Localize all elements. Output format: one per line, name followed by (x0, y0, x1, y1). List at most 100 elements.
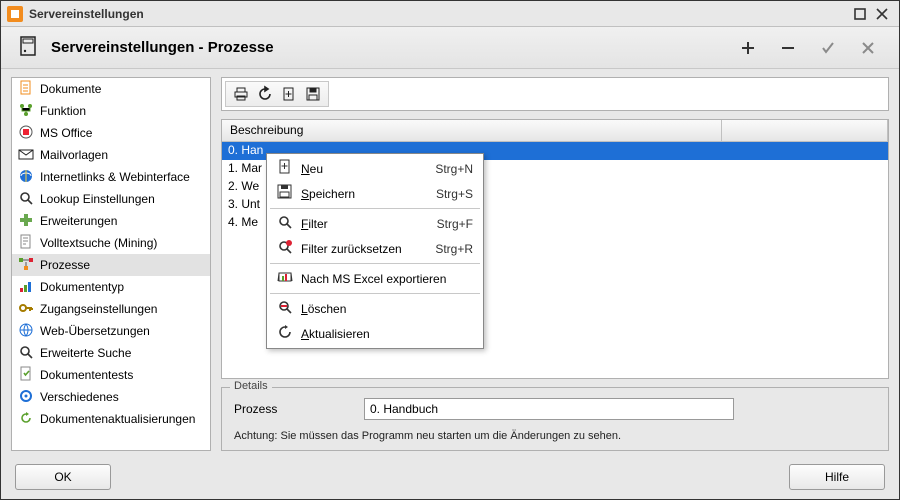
page-title: Servereinstellungen - Prozesse (51, 39, 721, 56)
sidebar-item-zugangseinstellungen[interactable]: Zugangseinstellungen (12, 298, 210, 320)
context-menu[interactable]: NeuStrg+NSpeichernStrg+SFilterStrg+FFilt… (266, 153, 484, 349)
sidebar-item-label: Mailvorlagen (40, 148, 108, 162)
print-button[interactable] (230, 83, 252, 105)
refresh-button[interactable] (254, 83, 276, 105)
remove-button[interactable] (775, 35, 801, 61)
test-icon (18, 366, 34, 385)
server-icon (19, 35, 41, 60)
titlebar: Servereinstellungen (1, 1, 899, 27)
sidebar-item-label: Dokumentenaktualisierungen (40, 412, 195, 426)
sidebar-item-label: Lookup Einstellungen (40, 192, 155, 206)
delete-icon (277, 299, 293, 318)
new-icon (277, 159, 293, 178)
window-title: Servereinstellungen (29, 7, 849, 21)
sidebar-item-dokumente[interactable]: Dokumente (12, 78, 210, 100)
column-header-beschreibung[interactable]: Beschreibung (222, 120, 722, 141)
help-button[interactable]: Hilfe (789, 464, 885, 490)
excel-icon (277, 269, 293, 288)
sidebar-item-label: Erweiterungen (40, 214, 117, 228)
mail-icon (18, 146, 34, 165)
ok-button[interactable]: OK (15, 464, 111, 490)
mso-icon (18, 124, 34, 143)
header: Servereinstellungen - Prozesse (1, 27, 899, 69)
sidebar-item-verschiedenes[interactable]: Verschiedenes (12, 386, 210, 408)
sidebar-item-funktion[interactable]: Funktion (12, 100, 210, 122)
menu-item-label: Speichern (301, 187, 428, 201)
menu-item-speichern[interactable]: SpeichernStrg+S (269, 181, 481, 206)
refresh-icon (277, 324, 293, 343)
menu-item-l-schen[interactable]: Löschen (269, 296, 481, 321)
update-icon (18, 410, 34, 429)
menu-separator (270, 293, 480, 294)
func-icon (18, 102, 34, 121)
sidebar-item-mailvorlagen[interactable]: Mailvorlagen (12, 144, 210, 166)
filter-icon (277, 214, 293, 233)
menu-item-label: Nach MS Excel exportieren (301, 272, 473, 286)
sidebar-item-dokumententyp[interactable]: Dokumententyp (12, 276, 210, 298)
sidebar-item-lookup-einstellungen[interactable]: Lookup Einstellungen (12, 188, 210, 210)
prozess-label: Prozess (234, 402, 354, 416)
window: Servereinstellungen Servereinstellungen … (0, 0, 900, 500)
new-doc-button[interactable] (278, 83, 300, 105)
sidebar-item-erweiterte-suche[interactable]: Erweiterte Suche (12, 342, 210, 364)
sidebar-item-label: Erweiterte Suche (40, 346, 131, 360)
search-icon (18, 344, 34, 363)
close-button[interactable] (871, 5, 893, 23)
sidebar-item-label: Volltextsuche (Mining) (40, 236, 157, 250)
sidebar-item-internetlinks-webinterface[interactable]: Internetlinks & Webinterface (12, 166, 210, 188)
sidebar-item-label: Verschiedenes (40, 390, 119, 404)
maximize-button[interactable] (849, 5, 871, 23)
cancel-button[interactable] (855, 35, 881, 61)
menu-item-filter[interactable]: Filter Strg+F (269, 211, 481, 236)
menu-item-nach-ms-excel-exportieren[interactable]: Nach MS Excel exportieren (269, 266, 481, 291)
prozess-input[interactable] (364, 398, 734, 420)
sidebar-item-label: Funktion (40, 104, 86, 118)
misc-icon (18, 388, 34, 407)
menu-item-shortcut: Strg+F (437, 217, 473, 231)
sidebar-item-label: Prozesse (40, 258, 90, 272)
proc-icon (18, 256, 34, 275)
menu-item-label: Löschen (301, 302, 473, 316)
mine-icon (18, 234, 34, 253)
dtype-icon (18, 278, 34, 297)
apply-button[interactable] (815, 35, 841, 61)
details-panel: Details Prozess Achtung: Sie müssen das … (221, 387, 889, 451)
sidebar-item-label: MS Office (40, 126, 92, 140)
app-icon (7, 6, 23, 22)
ie-icon (18, 168, 34, 187)
save-button[interactable] (302, 83, 324, 105)
sidebar-item-dokumentenaktualisierungen[interactable]: Dokumentenaktualisierungen (12, 408, 210, 430)
sidebar[interactable]: Dokumente Funktion MS Office Mailvorlagen In… (11, 77, 211, 451)
sidebar-item-ms-office[interactable]: MS Office (12, 122, 210, 144)
sidebar-item-label: Zugangseinstellungen (40, 302, 157, 316)
menu-item-label: Aktualisieren (301, 327, 473, 341)
menu-item-shortcut: Strg+R (435, 242, 473, 256)
sidebar-item-volltextsuche-mining-[interactable]: Volltextsuche (Mining) (12, 232, 210, 254)
sidebar-item-web-bersetzungen[interactable]: Web-Übersetzungen (12, 320, 210, 342)
menu-item-label: Filter (301, 217, 429, 231)
toolbar (225, 81, 329, 107)
save-icon (277, 184, 293, 203)
menu-item-neu[interactable]: Neu Strg+N (269, 156, 481, 181)
sidebar-item-prozesse[interactable]: Prozesse (12, 254, 210, 276)
menu-item-shortcut: Strg+N (435, 162, 473, 176)
column-header-empty[interactable] (722, 120, 888, 141)
freset-icon (277, 239, 293, 258)
menu-item-filter-zur-cksetzen[interactable]: Filter zurücksetzen Strg+R (269, 236, 481, 261)
menu-item-label: Neu (301, 162, 427, 176)
lookup-icon (18, 190, 34, 209)
doc-icon (18, 80, 34, 99)
toolbar-wrap (221, 77, 889, 111)
menu-separator (270, 208, 480, 209)
sidebar-item-dokumententests[interactable]: Dokumententests (12, 364, 210, 386)
sidebar-item-label: Dokumente (40, 82, 101, 96)
add-button[interactable] (735, 35, 761, 61)
menu-item-aktualisieren[interactable]: Aktualisieren (269, 321, 481, 346)
sidebar-item-label: Dokumententyp (40, 280, 124, 294)
menu-item-label: Filter zurücksetzen (301, 242, 427, 256)
sidebar-item-erweiterungen[interactable]: Erweiterungen (12, 210, 210, 232)
key-icon (18, 300, 34, 319)
menu-separator (270, 263, 480, 264)
ext-icon (18, 212, 34, 231)
details-legend: Details (230, 380, 272, 392)
